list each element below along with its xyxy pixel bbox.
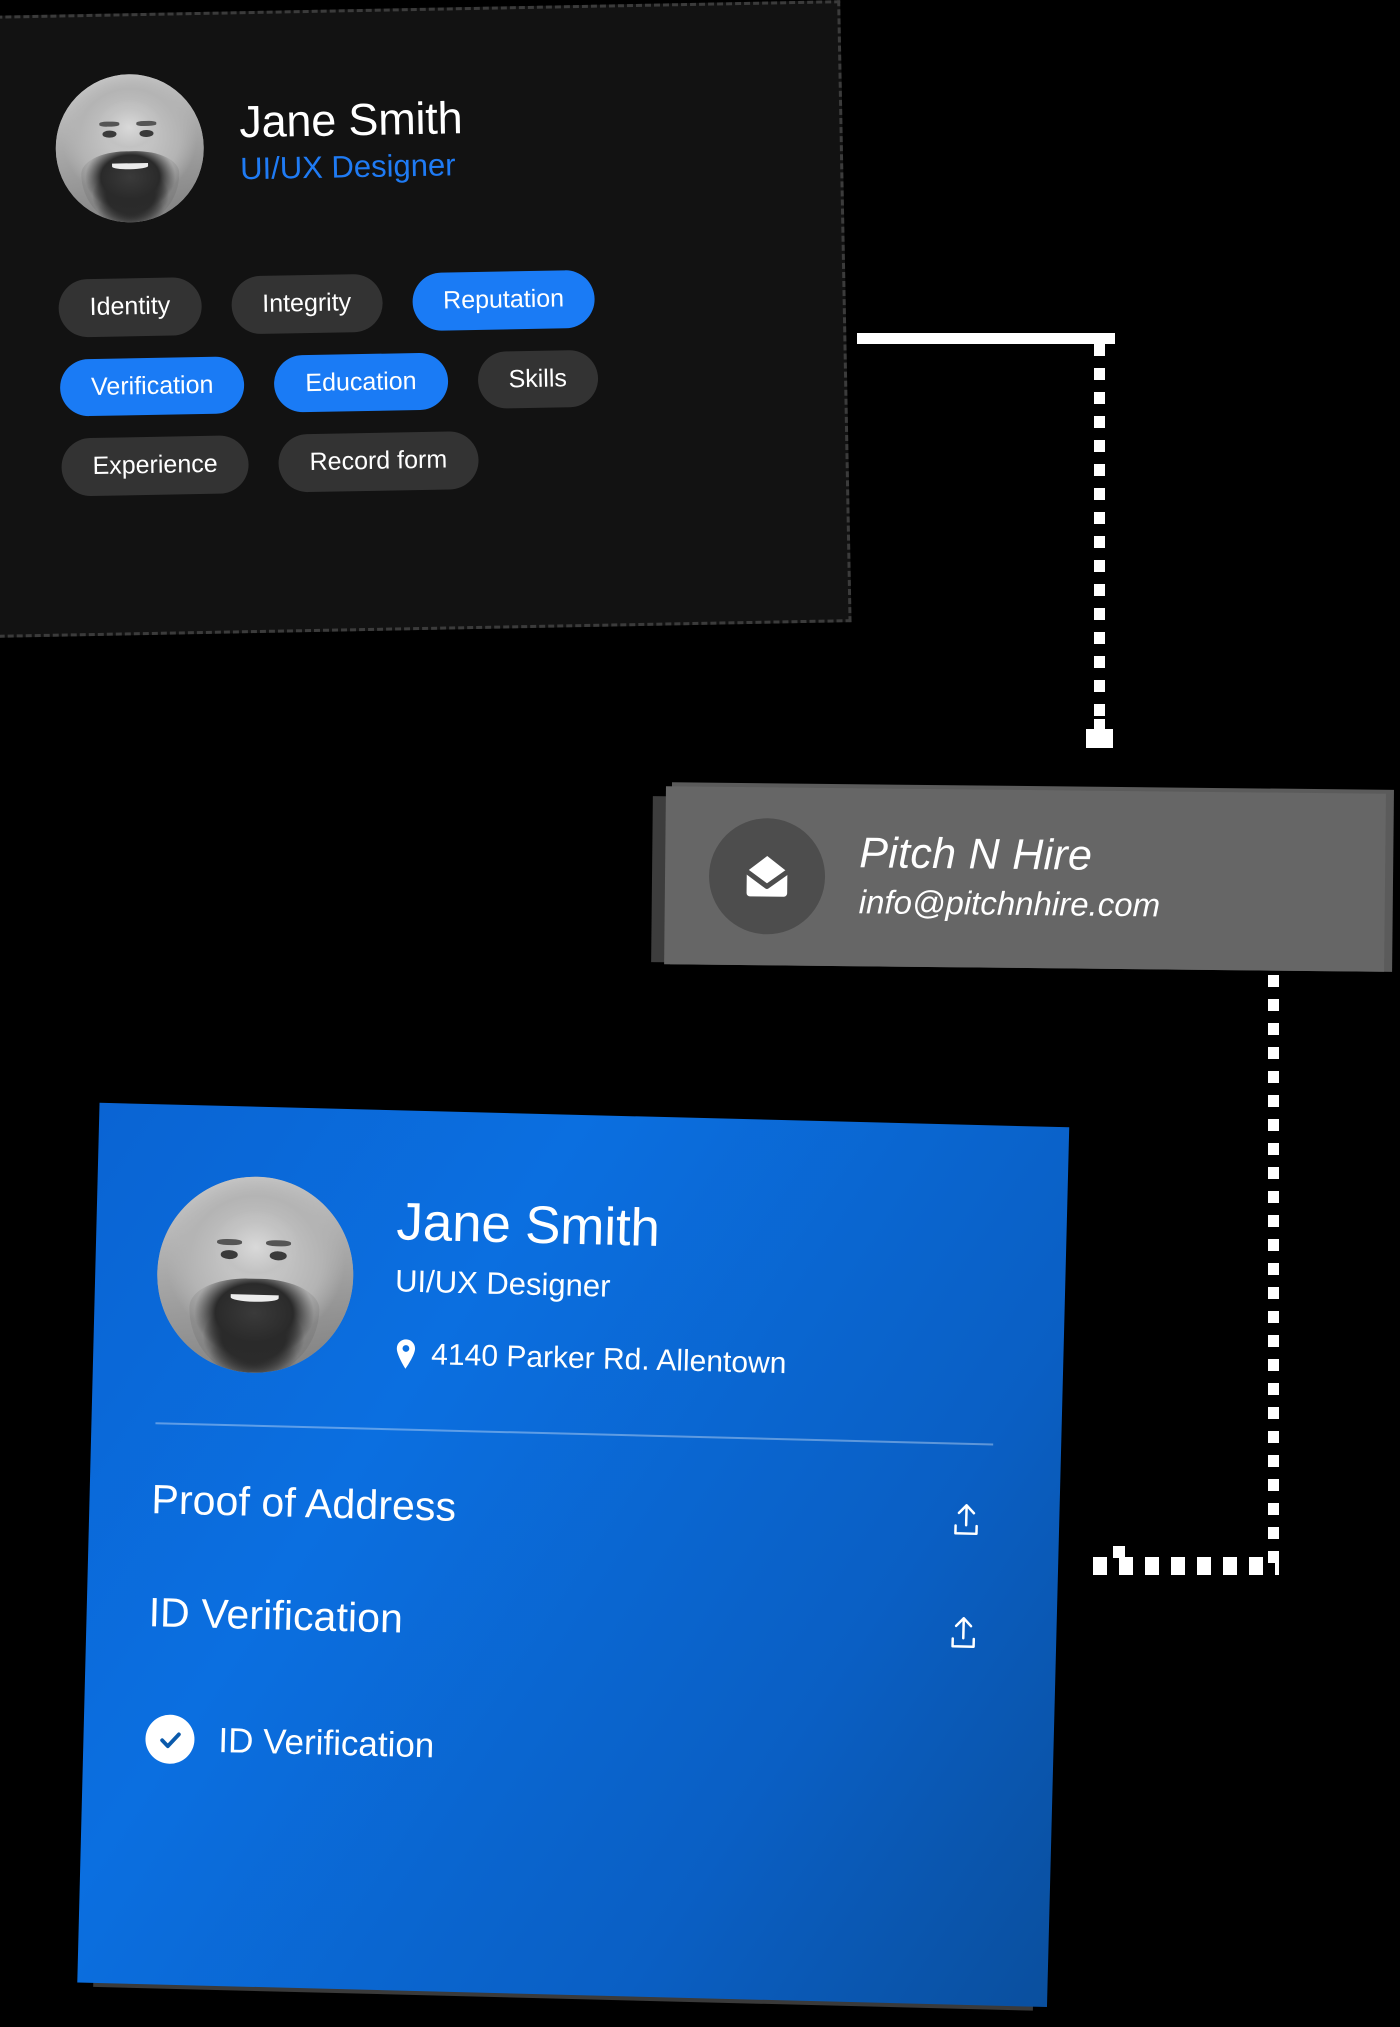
location-pin-icon: [393, 1338, 419, 1370]
connector2-horizontal-dashed: [1093, 1557, 1279, 1575]
tag-education[interactable]: Education: [273, 351, 449, 413]
tag-identity[interactable]: Identity: [58, 276, 202, 338]
document-label: Proof of Address: [150, 1476, 457, 1530]
tag-skills[interactable]: Skills: [477, 349, 599, 409]
status-badge: ID Verification: [144, 1714, 994, 1784]
dark-profile-card-surface: Jane Smith UI/UX Designer Identity Integ…: [0, 0, 852, 638]
tag-verification[interactable]: Verification: [59, 355, 245, 417]
profile-role: UI/UX Designer: [239, 146, 456, 186]
id-card: Jane Smith UI/UX Designer 4140 Parker Rd…: [77, 1102, 1079, 2027]
document-row-proof-of-address: Proof of Address: [151, 1476, 990, 1544]
upload-icon[interactable]: [940, 1610, 987, 1657]
connector-endpoint-marker: [1086, 719, 1113, 748]
connector2-vertical-dashed: [1268, 975, 1279, 1565]
document-label: ID Verification: [148, 1589, 404, 1642]
id-card-name: Jane Smith: [395, 1192, 661, 1259]
envelope-icon: [708, 817, 826, 935]
id-card-surface: Jane Smith UI/UX Designer 4140 Parker Rd…: [77, 1102, 1070, 2008]
avatar: [54, 72, 206, 224]
dark-profile-card: Jane Smith UI/UX Designer Identity Integ…: [0, 0, 860, 646]
id-card-role: UI/UX Designer: [394, 1263, 611, 1304]
id-card-header: Jane Smith UI/UX Designer 4140 Parker Rd…: [154, 1174, 1008, 1391]
email-card-surface: Pitch N Hire info@pitchnhire.com: [664, 786, 1386, 972]
tag-record-form[interactable]: Record form: [278, 430, 479, 493]
connector-horizontal-solid: [857, 333, 1115, 344]
avatar-photo: [54, 72, 206, 224]
document-row-id-verification: ID Verification: [148, 1589, 987, 1657]
upload-icon[interactable]: [943, 1497, 990, 1544]
id-card-address-row: 4140 Parker Rd. Allentown: [393, 1337, 787, 1381]
avatar: [154, 1174, 356, 1376]
tag-reputation[interactable]: Reputation: [411, 269, 596, 331]
tag-experience[interactable]: Experience: [61, 435, 250, 497]
dark-card-header: Jane Smith UI/UX Designer: [54, 61, 841, 224]
email-card-company: Pitch N Hire: [859, 829, 1093, 880]
check-circle-icon: [144, 1714, 196, 1765]
id-card-address: 4140 Parker Rd. Allentown: [430, 1337, 787, 1380]
page-title: Jane Smith: [238, 91, 463, 148]
connector2-endpoint-marker: [1113, 1546, 1125, 1558]
tag-list: Identity Integrity Reputation Verificati…: [58, 267, 762, 497]
avatar-photo: [154, 1174, 356, 1376]
canvas: Jane Smith UI/UX Designer Identity Integ…: [0, 0, 1400, 2011]
divider: [155, 1422, 994, 1446]
tag-integrity[interactable]: Integrity: [230, 273, 383, 334]
verified-label: ID Verification: [217, 1720, 435, 1765]
connector-vertical-dashed: [1094, 344, 1105, 744]
email-card-address[interactable]: info@pitchnhire.com: [859, 883, 1161, 924]
email-card: Pitch N Hire info@pitchnhire.com: [651, 782, 1396, 980]
